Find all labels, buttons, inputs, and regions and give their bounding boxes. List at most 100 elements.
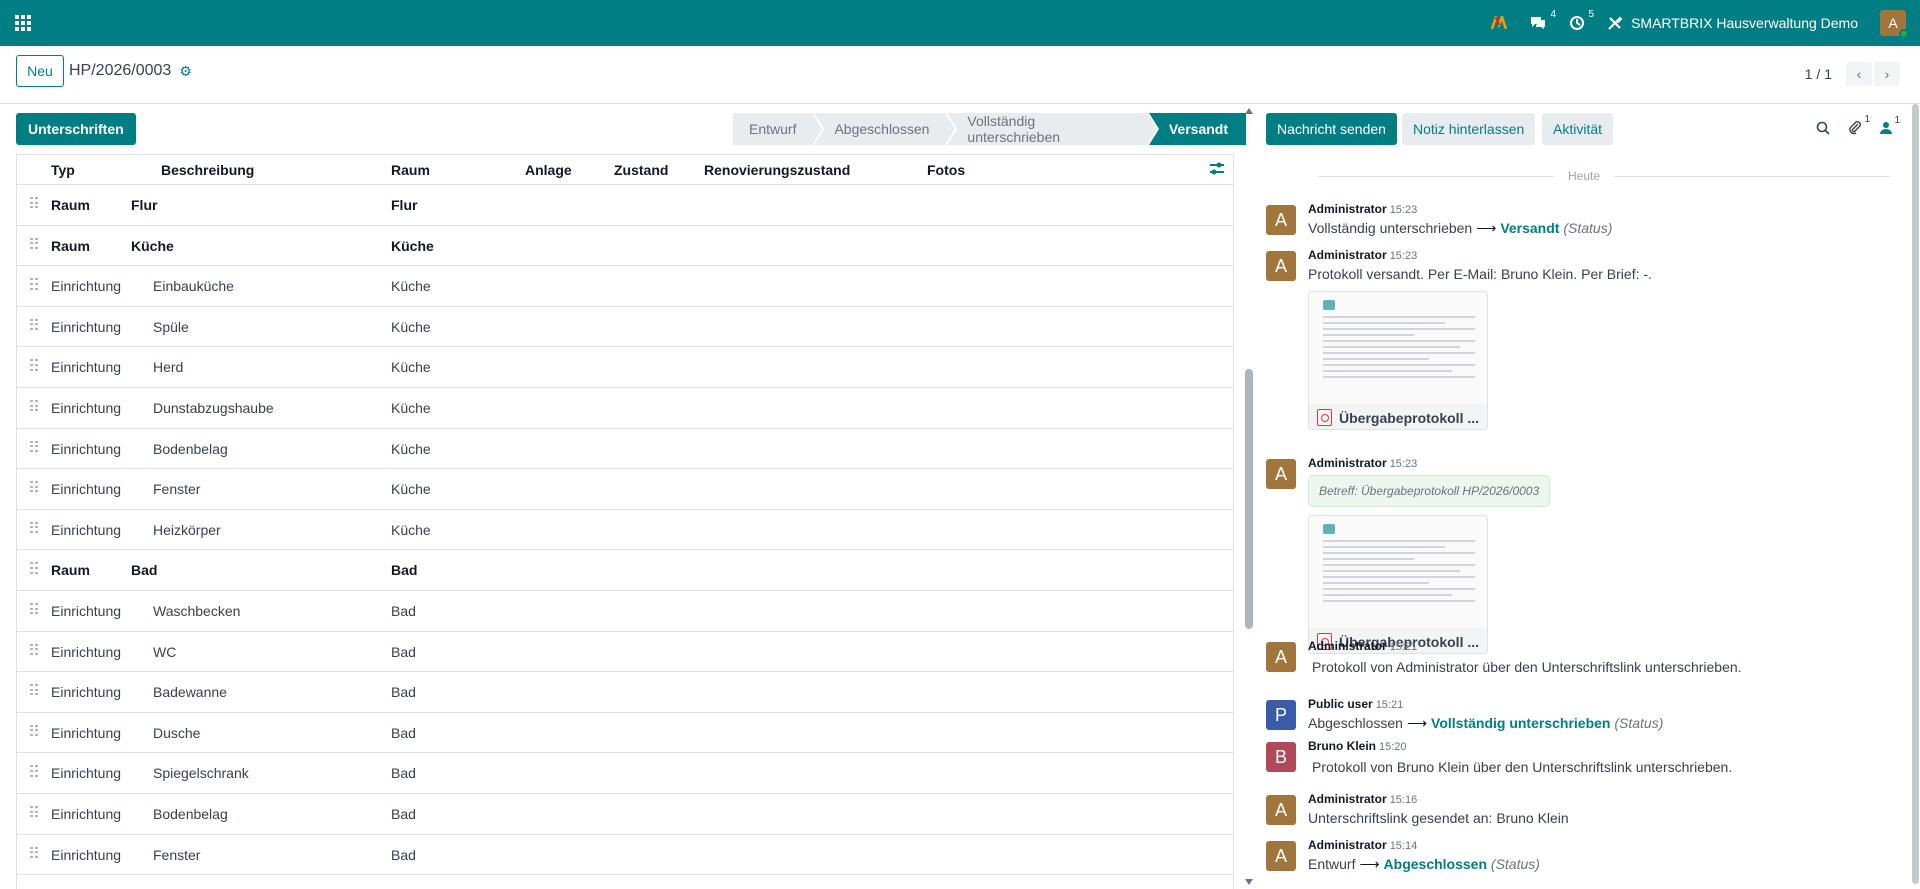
table-row[interactable]: Einrichtung Spiegelschrank Bad bbox=[17, 753, 1233, 794]
message-body: Protokoll versandt. Per E-Mail: Bruno Kl… bbox=[1308, 266, 1652, 282]
stage-sent[interactable]: Versandt bbox=[1147, 113, 1246, 145]
table-row[interactable]: Einrichtung Waschbecken Bad bbox=[17, 591, 1233, 632]
scroll-down-icon[interactable] bbox=[1245, 879, 1253, 885]
column-header-beschreibung[interactable]: Beschreibung bbox=[161, 162, 254, 178]
drag-handle-icon[interactable] bbox=[30, 643, 38, 656]
pdf-attachment[interactable]: Übergabeprotokoll ... bbox=[1308, 515, 1488, 654]
column-header-anlage[interactable]: Anlage bbox=[525, 162, 572, 178]
column-header-raum[interactable]: Raum bbox=[391, 162, 430, 178]
stage-fully-signed[interactable]: Vollständig unterschrieben bbox=[947, 113, 1160, 145]
company-name: SMARTBRIX Hausverwaltung Demo bbox=[1631, 15, 1858, 31]
table-row[interactable]: Einrichtung Fenster Bad bbox=[17, 835, 1233, 876]
cell-raum: Bad bbox=[391, 602, 416, 619]
avatar[interactable]: A bbox=[1266, 642, 1296, 672]
optional-columns-icon[interactable] bbox=[1209, 162, 1225, 179]
column-header-renovierungszustand[interactable]: Renovierungszustand bbox=[704, 162, 850, 178]
log-note-button[interactable]: Notiz hinterlassen bbox=[1402, 113, 1536, 145]
avatar[interactable]: B bbox=[1266, 742, 1296, 772]
table-row[interactable]: Einrichtung Einbauküche Küche bbox=[17, 266, 1233, 307]
chatter-scrollbar[interactable] bbox=[1910, 104, 1920, 889]
scroll-up-icon[interactable] bbox=[1245, 108, 1253, 114]
pager-value[interactable]: 1 / 1 bbox=[1805, 66, 1832, 82]
table-row[interactable]: Einrichtung Badewanne Bad bbox=[17, 672, 1233, 713]
pager-previous-button[interactable]: ‹ bbox=[1846, 62, 1872, 86]
table-row[interactable]: Einrichtung Spüle Küche bbox=[17, 307, 1233, 348]
avatar[interactable]: A bbox=[1266, 841, 1296, 871]
column-header-fotos[interactable]: Fotos bbox=[927, 162, 965, 178]
followers-icon[interactable]: 1 bbox=[1880, 115, 1900, 139]
avatar[interactable]: A bbox=[1266, 251, 1296, 281]
drag-handle-icon[interactable] bbox=[30, 602, 38, 615]
table-row[interactable]: Einrichtung Heizkörper Küche bbox=[17, 510, 1233, 551]
avatar[interactable]: A bbox=[1266, 795, 1296, 825]
avatar[interactable]: A bbox=[1266, 205, 1296, 235]
signatures-button[interactable]: Unterschriften bbox=[16, 113, 136, 145]
messages-icon[interactable]: 4 bbox=[1529, 9, 1556, 31]
column-header-zustand[interactable]: Zustand bbox=[614, 162, 668, 178]
pdf-attachment[interactable]: Übergabeprotokoll ... bbox=[1308, 291, 1488, 430]
control-panel: Neu HP/2026/0003 ⚙ 1 / 1 ‹ › bbox=[0, 46, 1920, 104]
message-author: Administrator 15:21 bbox=[1308, 639, 1418, 653]
user-avatar[interactable]: A bbox=[1880, 10, 1909, 39]
stage-closed[interactable]: Abgeschlossen bbox=[814, 113, 958, 145]
new-button[interactable]: Neu bbox=[16, 55, 64, 87]
table-row[interactable]: Einrichtung Fenster Küche bbox=[17, 469, 1233, 510]
table-row[interactable]: Raum Flur Flur bbox=[17, 185, 1233, 226]
drag-handle-icon[interactable] bbox=[30, 237, 38, 250]
drag-handle-icon[interactable] bbox=[30, 724, 38, 737]
chatter-tools: 1 1 bbox=[1816, 114, 1900, 139]
app-menu-icon[interactable] bbox=[15, 15, 31, 31]
avatar[interactable]: P bbox=[1266, 700, 1296, 730]
drag-handle-icon[interactable] bbox=[30, 562, 38, 574]
table-row[interactable]: Einrichtung Dusche Bad bbox=[17, 713, 1233, 754]
arrow-right-icon: ⟶ bbox=[1359, 856, 1380, 872]
table-row[interactable]: Einrichtung Bodenbelag Bad bbox=[17, 794, 1233, 835]
message-body: Protokoll von Bruno Klein über den Unter… bbox=[1312, 759, 1733, 775]
message-author: Administrator 15:16 bbox=[1308, 792, 1418, 806]
search-icon[interactable] bbox=[1816, 121, 1830, 139]
table-row[interactable]: Einrichtung Herd Küche bbox=[17, 347, 1233, 388]
cell-raum: Küche bbox=[391, 440, 431, 457]
drag-handle-icon[interactable] bbox=[30, 481, 38, 493]
drag-handle-icon[interactable] bbox=[30, 278, 38, 290]
drag-handle-icon[interactable] bbox=[30, 318, 38, 331]
paperclip-icon[interactable]: 1 bbox=[1848, 114, 1870, 139]
attachment-name: Übergabeprotokoll ... bbox=[1339, 409, 1480, 426]
activities-icon[interactable]: 5 bbox=[1569, 9, 1594, 31]
table-row[interactable]: Einrichtung Dunstabzugshaube Küche bbox=[17, 388, 1233, 429]
drag-handle-icon[interactable] bbox=[30, 684, 38, 696]
cell-beschreibung: Bodenbelag bbox=[153, 440, 228, 457]
activity-button[interactable]: Aktivität bbox=[1542, 113, 1614, 145]
company-switcher[interactable]: SMARTBRIX Hausverwaltung Demo bbox=[1607, 15, 1858, 31]
scrollbar-thumb[interactable] bbox=[1245, 369, 1253, 629]
drag-handle-icon[interactable] bbox=[30, 765, 38, 777]
drag-handle-icon[interactable] bbox=[30, 846, 38, 859]
table-row[interactable]: Raum Bad Bad bbox=[17, 550, 1233, 591]
drag-handle-icon[interactable] bbox=[30, 521, 38, 534]
odoo-logo-icon[interactable] bbox=[1491, 16, 1508, 30]
status-bar: Entwurf Abgeschlossen Vollständig unters… bbox=[733, 113, 1248, 145]
scrollbar-thumb[interactable] bbox=[1912, 104, 1919, 884]
cell-typ: Einrichtung bbox=[51, 724, 122, 741]
send-message-button[interactable]: Nachricht senden bbox=[1266, 113, 1397, 145]
drag-handle-icon[interactable] bbox=[30, 359, 38, 371]
table-row[interactable]: Raum Küche Küche bbox=[17, 226, 1233, 267]
message-author: Public user 15:21 bbox=[1308, 697, 1404, 711]
drag-handle-icon[interactable] bbox=[30, 399, 38, 412]
table-row[interactable]: Einrichtung WC Bad bbox=[17, 632, 1233, 673]
drag-handle-icon[interactable] bbox=[30, 440, 38, 453]
gear-icon[interactable]: ⚙ bbox=[179, 63, 192, 80]
avatar[interactable]: A bbox=[1266, 459, 1296, 489]
message-body: Protokoll von Administrator über den Unt… bbox=[1312, 659, 1742, 675]
pager-next-button[interactable]: › bbox=[1874, 62, 1900, 86]
cell-raum: Flur bbox=[391, 197, 418, 213]
stage-draft[interactable]: Entwurf bbox=[733, 113, 826, 145]
table-row[interactable]: Einrichtung Bodenbelag Küche bbox=[17, 429, 1233, 470]
attachment-preview bbox=[1309, 292, 1487, 404]
column-header-typ[interactable]: Typ bbox=[51, 162, 75, 178]
cell-typ: Einrichtung bbox=[51, 765, 122, 782]
drag-handle-icon[interactable] bbox=[30, 805, 38, 818]
message-author: Administrator 15:14 bbox=[1308, 838, 1418, 852]
form-scrollbar[interactable] bbox=[1244, 104, 1254, 889]
drag-handle-icon[interactable] bbox=[30, 197, 38, 209]
